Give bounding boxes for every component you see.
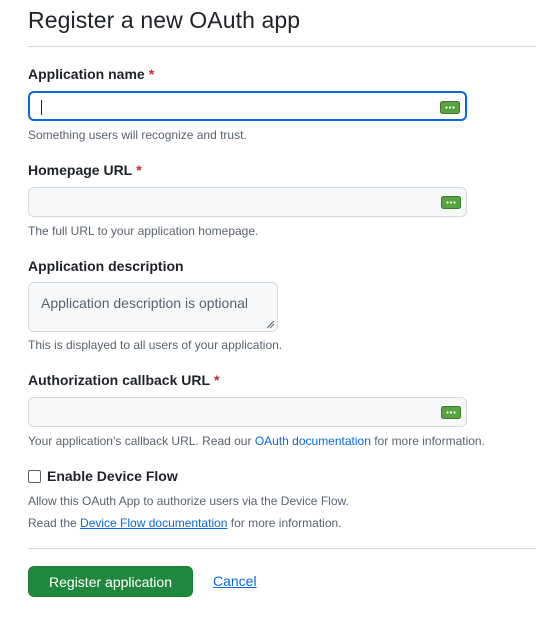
homepage-url-label-text: Homepage URL <box>28 162 133 178</box>
required-marker: * <box>136 162 142 178</box>
app-name-input[interactable] <box>30 93 465 119</box>
device-flow-doc-suffix: for more information. <box>227 516 342 530</box>
oauth-documentation-link[interactable]: OAuth documentation <box>255 434 371 448</box>
homepage-url-input[interactable] <box>29 188 466 216</box>
keyboard-icon[interactable] <box>441 406 461 419</box>
device-flow-documentation-link[interactable]: Device Flow documentation <box>80 516 227 530</box>
description-placeholder: Application description is optional <box>41 295 249 311</box>
footer-divider <box>28 548 536 549</box>
resize-grip-icon[interactable] <box>265 319 275 329</box>
register-application-button[interactable]: Register application <box>28 566 193 597</box>
description-hint: This is displayed to all users of your a… <box>28 338 283 352</box>
text-cursor <box>41 100 42 115</box>
callback-hint-suffix: for more information. <box>370 434 485 448</box>
description-label: Application description <box>28 258 184 274</box>
device-flow-checkbox[interactable] <box>28 469 41 483</box>
cancel-link[interactable]: Cancel <box>213 573 257 589</box>
app-name-label-text: Application name <box>28 66 145 82</box>
homepage-url-label: Homepage URL * <box>28 162 142 178</box>
homepage-url-hint: The full URL to your application homepag… <box>28 224 259 238</box>
app-name-label: Application name * <box>28 66 154 82</box>
device-flow-row[interactable]: Enable Device Flow <box>28 468 178 484</box>
app-name-field[interactable] <box>28 91 467 121</box>
device-flow-label[interactable]: Enable Device Flow <box>47 468 178 484</box>
required-marker: * <box>148 66 155 82</box>
callback-url-hint: Your application’s callback URL. Read ou… <box>28 434 485 448</box>
required-marker: * <box>214 372 220 388</box>
homepage-url-field[interactable] <box>28 187 467 217</box>
callback-url-input[interactable] <box>29 398 466 426</box>
page-title: Register a new OAuth app <box>28 7 301 33</box>
callback-url-label: Authorization callback URL * <box>28 372 219 388</box>
description-textarea[interactable]: Application description is optional <box>28 282 278 332</box>
device-flow-doc-hint: Read the Device Flow documentation for m… <box>28 516 342 530</box>
app-name-hint: Something users will recognize and trust… <box>28 128 247 142</box>
header-divider <box>28 46 536 47</box>
callback-url-label-text: Authorization callback URL <box>28 372 211 388</box>
keyboard-icon[interactable] <box>440 101 460 114</box>
keyboard-icon[interactable] <box>441 196 461 209</box>
callback-url-field[interactable] <box>28 397 467 427</box>
callback-hint-prefix: Your application’s callback URL. Read ou… <box>28 434 255 448</box>
device-flow-doc-prefix: Read the <box>28 516 81 530</box>
device-flow-description: Allow this OAuth App to authorize users … <box>28 494 349 508</box>
